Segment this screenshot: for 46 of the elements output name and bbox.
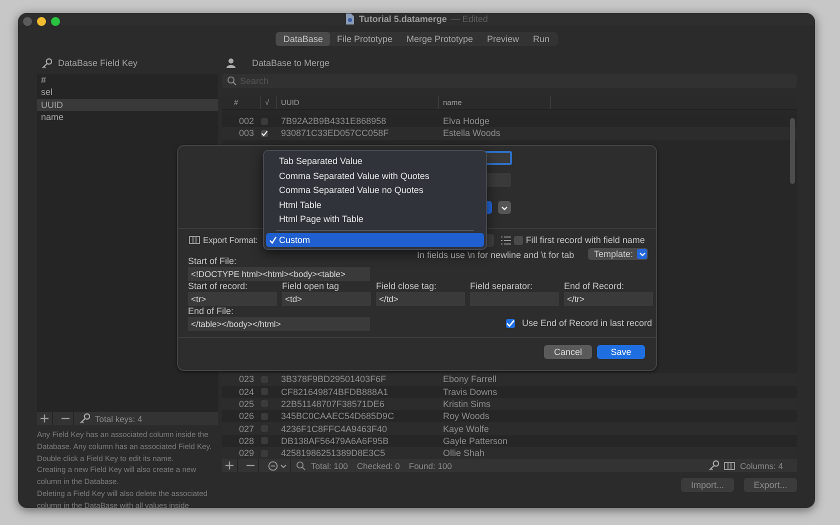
table-cell-text: 345BC0CAAEC54D685D9C	[280, 411, 396, 422]
row-number: 029	[238, 448, 256, 458]
checkbox-label: Fill first record with field name	[526, 235, 645, 245]
table-cell-text: Travis Downs	[442, 386, 498, 397]
table-cell-text: Kristin Sims	[442, 398, 492, 409]
table-cell-text: CF821649874BFDB888A1	[280, 386, 390, 397]
table-cell-text: Gayle Patterson	[442, 436, 509, 446]
table-cell-text: 42581986251389D8E3C5	[280, 448, 386, 458]
checkbox-label: Use End of Record in last record	[522, 318, 652, 328]
row-number: 003	[238, 128, 256, 138]
columns-count: Columns: 4	[740, 460, 783, 470]
field-label: Field close tag:	[376, 281, 438, 291]
table-cell-text: 4236F1C8FFC4A9463F40	[280, 424, 388, 434]
table-cell-text: Ollie Shah	[442, 448, 486, 458]
field-label: Start of record:	[188, 281, 249, 291]
total-keys-label: Total keys: 4	[95, 414, 142, 424]
table-cell-text: Elva Hodge	[442, 116, 491, 126]
hint-text: In fields use \n for newline and \t for tab	[417, 249, 574, 261]
table-cell-text: 930871C33ED057CC058F	[280, 128, 390, 138]
panel-title: DataBase to Merge	[252, 58, 330, 68]
row-number: 026	[238, 411, 256, 422]
field-label: Field separator:	[470, 281, 534, 291]
table-cell-text: Ebony Farrell	[442, 374, 498, 384]
export-format-label: Export Format:	[203, 235, 258, 245]
row-number: 025	[238, 398, 256, 409]
row-number: 024	[238, 386, 256, 397]
table-cell-text: DB138AF56479A6A6F95B	[280, 436, 390, 446]
table-cell-text: Estella Woods	[442, 128, 502, 138]
table-cell-text: Kaye Wolfe	[442, 424, 490, 434]
table-cell-text: 7B92A2B9B4331E868958	[280, 116, 388, 126]
table-cell-text: Roy Woods	[442, 411, 490, 422]
checked-count: Checked: 0	[356, 460, 400, 470]
panel-title: DataBase Field Key	[58, 58, 138, 68]
row-number: 023	[238, 374, 256, 384]
field-label: Start of File:	[188, 256, 238, 266]
table-cell-text: 3B378F9BD29501403F6F	[280, 374, 388, 384]
row-number: 028	[238, 436, 256, 446]
found-count: Found: 100	[408, 460, 452, 470]
window-title: Tutorial 5.datamerge	[359, 14, 447, 24]
total-count: Total: 100	[311, 460, 348, 470]
table-cell-text: 22B51148707F38571DE6	[280, 398, 386, 409]
field-label: End of File:	[188, 306, 235, 316]
field-label: Field open tag	[282, 281, 340, 291]
field-label: End of Record:	[564, 281, 626, 291]
row-number: 027	[238, 424, 256, 434]
row-number: 002	[238, 116, 256, 126]
